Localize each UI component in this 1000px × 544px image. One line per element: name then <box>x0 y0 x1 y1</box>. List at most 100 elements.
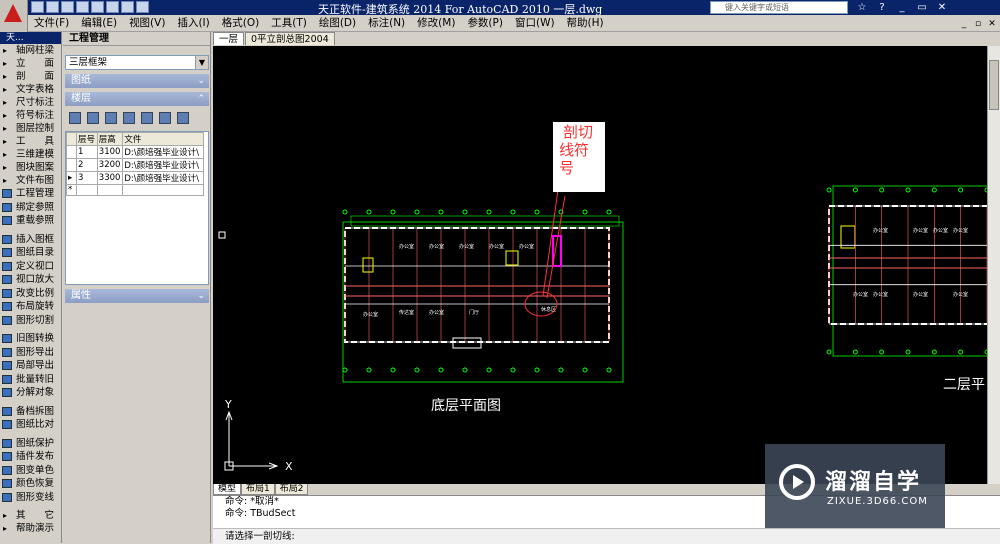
row-selector[interactable] <box>66 145 77 159</box>
menu-item-0[interactable]: 文件(F) <box>28 15 75 32</box>
doc-tab-1[interactable]: 0平立剖总图2004 <box>245 32 335 45</box>
check-icon[interactable] <box>159 112 171 124</box>
menu-item-11[interactable]: 帮助(H) <box>561 15 610 32</box>
redo-icon[interactable] <box>91 1 104 13</box>
table-cell[interactable]: 3100 <box>96 145 124 159</box>
layout-tab-2[interactable]: 布局2 <box>274 484 309 495</box>
column-header[interactable]: 文件 <box>122 132 204 146</box>
sidebar-category-9[interactable]: ▸ 图块图案 <box>0 161 61 174</box>
menu-item-9[interactable]: 参数(P) <box>461 15 509 32</box>
undo-icon[interactable] <box>76 1 89 13</box>
sidebar-bottom-1[interactable]: ▸ 帮助演示 <box>0 522 61 535</box>
sidebar-command-7[interactable]: 改变比例 <box>0 287 61 301</box>
menu-item-4[interactable]: 格式(O) <box>216 15 265 32</box>
column-header[interactable]: 层号 <box>76 132 98 146</box>
doc-tab-0[interactable]: 一层 <box>213 32 245 45</box>
sidebar-category-6[interactable]: ▸ 图层控制 <box>0 122 61 135</box>
sidebar-command-8[interactable]: 布局旋转 <box>0 300 61 314</box>
menu-item-1[interactable]: 编辑(E) <box>75 15 123 32</box>
app-menu-button[interactable] <box>0 0 28 32</box>
sidebar-command-14[interactable]: 分解对象 <box>0 386 61 400</box>
table-cell[interactable]: 3300 <box>96 171 124 185</box>
sidebar-category-0[interactable]: ▸ 轴网柱梁 <box>0 44 61 57</box>
sidebar-command-12[interactable]: 局部导出 <box>0 359 61 373</box>
sidebar-category-7[interactable]: ▸ 工 具 <box>0 135 61 148</box>
table-row[interactable]: 1 3100 D:\颜培强毕业设计\ <box>66 145 204 159</box>
scroll-thumb[interactable] <box>989 60 999 110</box>
menu-item-3[interactable]: 插入(I) <box>171 15 215 32</box>
table-cell[interactable] <box>122 184 204 196</box>
sidebar-category-4[interactable]: ▸ 尺寸标注 <box>0 96 61 109</box>
publish-icon[interactable] <box>136 1 149 13</box>
build-model-icon[interactable] <box>105 112 117 124</box>
menu-item-2[interactable]: 视图(V) <box>123 15 171 32</box>
help-icon[interactable]: ? <box>875 1 889 14</box>
sidebar-command-19[interactable]: 图变单色 <box>0 464 61 478</box>
sidebar-command-20[interactable]: 颜色恢复 <box>0 477 61 491</box>
layout-tab-0[interactable]: 模型 <box>213 484 242 495</box>
sidebar-command-10[interactable]: 旧图转换 <box>0 332 61 346</box>
table-row[interactable]: 2 3200 D:\颜培强毕业设计\ <box>66 158 204 172</box>
doc-restore-icon[interactable]: ▫ <box>972 18 984 30</box>
open-folder-icon[interactable] <box>69 112 81 124</box>
drawing-canvas[interactable]: 办公室 办公室 办公室 办公室 办公室 办公室 门厅 休息区 传达室 办公室 剖切 线符 号 底层… <box>213 46 987 484</box>
new-icon[interactable] <box>31 1 44 13</box>
sidebar-command-9[interactable]: 图形切割 <box>0 314 61 328</box>
table-cell[interactable] <box>96 184 124 196</box>
minimize-icon[interactable]: _ <box>895 1 909 14</box>
sidebar-category-1[interactable]: ▸ 立 面 <box>0 57 61 70</box>
menu-item-6[interactable]: 绘图(D) <box>313 15 362 32</box>
floor-table-icon[interactable] <box>87 112 99 124</box>
table-cell[interactable]: D:\颜培强毕业设计\ <box>122 145 204 159</box>
sidebar-command-18[interactable]: 插件发布 <box>0 450 61 464</box>
sidebar-command-15[interactable]: 备档拆图 <box>0 405 61 419</box>
open-icon[interactable] <box>46 1 59 13</box>
sidebar-command-4[interactable]: 图纸目录 <box>0 246 61 260</box>
table-cell[interactable]: 1 <box>76 145 98 159</box>
sidebar-command-11[interactable]: 图形导出 <box>0 346 61 360</box>
row-selector[interactable]: * <box>66 184 77 196</box>
sidebar-category-8[interactable]: ▸ 三维建模 <box>0 148 61 161</box>
menu-item-5[interactable]: 工具(T) <box>265 15 313 32</box>
sidebar-command-3[interactable]: 插入图框 <box>0 233 61 247</box>
sidebar-command-17[interactable]: 图纸保护 <box>0 437 61 451</box>
sidebar-command-13[interactable]: 批量转旧 <box>0 373 61 387</box>
table-cell[interactable]: 2 <box>76 158 98 172</box>
sidebar-category-10[interactable]: ▸ 文件布图 <box>0 174 61 187</box>
sidebar-command-16[interactable]: 图纸比对 <box>0 418 61 432</box>
section-properties[interactable]: 属性 ⌄ <box>65 289 209 303</box>
menu-item-10[interactable]: 窗口(W) <box>509 15 561 32</box>
sidebar-bottom-0[interactable]: ▸ 其 它 <box>0 509 61 522</box>
doc-minimize-icon[interactable]: _ <box>958 18 970 30</box>
sidebar-command-6[interactable]: 视口放大 <box>0 273 61 287</box>
table-cell[interactable]: 3 <box>76 171 98 185</box>
vertical-scrollbar[interactable] <box>987 46 1000 484</box>
plot-icon[interactable] <box>106 1 119 13</box>
stats-icon[interactable] <box>177 112 189 124</box>
layout-tab-1[interactable]: 布局1 <box>241 484 275 495</box>
section-drawings[interactable]: 图纸 ⌄ <box>65 74 209 88</box>
chevron-down-icon[interactable]: ▼ <box>195 56 208 69</box>
star-icon[interactable]: ☆ <box>855 1 869 14</box>
sidebar-command-21[interactable]: 图形变线 <box>0 491 61 505</box>
section-icon[interactable] <box>141 112 153 124</box>
sidebar-command-5[interactable]: 定义视口 <box>0 260 61 274</box>
project-select[interactable]: 三层框架 ▼ <box>65 55 209 70</box>
column-header[interactable]: 层高 <box>96 132 124 146</box>
restore-icon[interactable]: ▭ <box>915 1 929 14</box>
search-input[interactable]: 键入关键字或短语 <box>710 1 848 14</box>
table-row[interactable]: ▸ 3 3300 D:\颜培强毕业设计\ <box>66 171 204 185</box>
close-icon[interactable]: ✕ <box>935 1 949 14</box>
sidebar-command-0[interactable]: 工程管理 <box>0 187 61 201</box>
doc-close-icon[interactable]: ✕ <box>986 18 998 30</box>
command-input[interactable]: 请选择一剖切线: <box>213 528 1000 544</box>
sidebar-command-2[interactable]: 重载参照 <box>0 214 61 228</box>
table-row-new[interactable]: * <box>66 184 204 196</box>
sidebar-command-1[interactable]: 绑定参照 <box>0 201 61 215</box>
elevation-icon[interactable] <box>123 112 135 124</box>
table-cell[interactable]: D:\颜培强毕业设计\ <box>122 171 204 185</box>
table-cell[interactable] <box>76 184 98 196</box>
sidebar-category-2[interactable]: ▸ 剖 面 <box>0 70 61 83</box>
sidebar-category-3[interactable]: ▸ 文字表格 <box>0 83 61 96</box>
row-selector[interactable] <box>66 158 77 172</box>
